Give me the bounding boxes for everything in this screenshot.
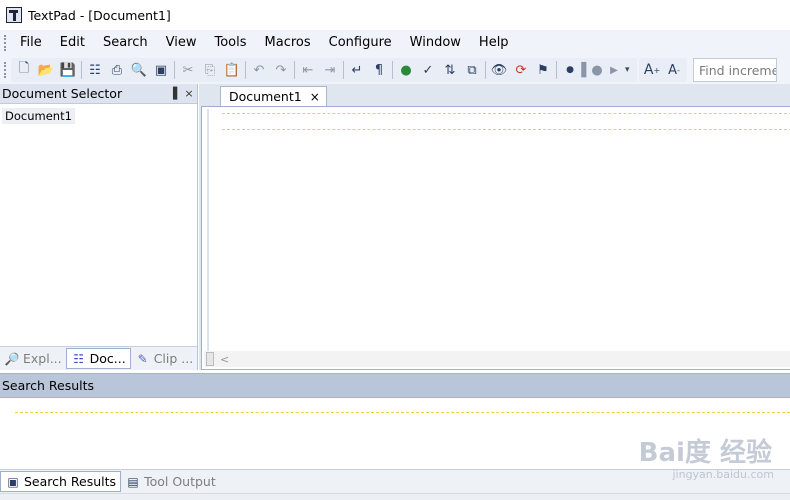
toolbar-separator — [343, 61, 344, 79]
tab-search-results[interactable]: ▣ Search Results — [0, 471, 122, 492]
web-browser-icon[interactable]: ● — [395, 59, 417, 81]
textpad-app-icon[interactable] — [6, 7, 22, 23]
tab-document-selector-label: Doc... — [89, 351, 126, 366]
scroll-left-arrow-icon[interactable]: < — [220, 353, 229, 366]
left-panel-tabs: 🔎 Expl... ☷ Doc... ✎ Clip ... — [0, 346, 197, 370]
explorer-icon: 🔎 — [4, 351, 20, 366]
visible-spaces-icon[interactable]: ¶ — [368, 59, 390, 81]
search-results-icon: ▣ — [7, 474, 19, 489]
find-in-files-replace-icon[interactable]: ⚑ — [532, 59, 554, 81]
undo-icon[interactable]: ↶ — [248, 59, 270, 81]
toolbar-separator — [392, 61, 393, 79]
baidu-watermark: Bai度 经验 — [638, 438, 772, 468]
page-setup-icon[interactable]: ▣ — [150, 59, 172, 81]
toolbar-separator — [174, 61, 175, 79]
record-macro-icon[interactable]: ● — [559, 59, 581, 81]
menu-macros[interactable]: Macros — [256, 30, 320, 56]
search-results-title: Search Results — [2, 378, 95, 393]
tab-document1[interactable]: Document1 × — [220, 86, 327, 106]
play-macro-icon[interactable]: ▶ — [603, 59, 625, 81]
close-document-icon[interactable]: × — [310, 90, 320, 104]
toolbar-overflow-chevron-icon[interactable]: ▾ — [625, 65, 635, 75]
document-list-item[interactable]: Document1 — [2, 108, 75, 124]
tab-tool-output-label: Tool Output — [144, 474, 216, 489]
tab-explorer-label: Expl... — [23, 351, 62, 366]
pin-icon[interactable]: ▐ — [165, 87, 181, 100]
main-toolbar: 🗋 📂 💾 ☷ ⎙ 🔍 ▣ ✂ ⎘ 📋 ↶ ↷ ⇤ ⇥ ↵ ¶ ● ✓ ⇅ ⧉ … — [0, 56, 790, 84]
menu-file[interactable]: File — [11, 30, 51, 56]
menu-tools[interactable]: Tools — [205, 30, 255, 56]
print-preview-icon[interactable]: 🔍 — [128, 59, 150, 81]
scrollbar-handle[interactable] — [206, 352, 214, 366]
new-file-icon[interactable]: 🗋 — [13, 59, 35, 81]
search-results-header: Search Results — [0, 374, 790, 398]
font-larger-button[interactable]: A + — [641, 59, 663, 81]
toolbar-separator — [485, 61, 486, 79]
replace-icon[interactable]: ⟳ — [510, 59, 532, 81]
toolbar-separator — [294, 61, 295, 79]
increase-indent-icon[interactable]: ⇥ — [319, 59, 341, 81]
toolbar-separator — [556, 61, 557, 79]
font-larger-label: A — [643, 62, 654, 78]
toolbar-standard-group: 🗋 📂 💾 ☷ ⎙ 🔍 ▣ ✂ ⎘ 📋 ↶ ↷ ⇤ ⇥ ↵ ¶ ● ✓ ⇅ ⧉ … — [11, 58, 637, 82]
find-in-files-icon[interactable]: 👁 — [488, 59, 510, 81]
text-editor[interactable]: < — [201, 106, 790, 370]
search-results-line-highlight — [15, 399, 790, 413]
find-incrementally-input[interactable]: Find increment — [693, 58, 777, 82]
save-icon[interactable]: 💾 — [57, 59, 79, 81]
copy-icon[interactable]: ⎘ — [199, 59, 221, 81]
menu-search[interactable]: Search — [94, 30, 157, 56]
toolbar-font-group: A + A- — [639, 58, 687, 82]
decrease-indent-icon[interactable]: ⇤ — [297, 59, 319, 81]
menu-window[interactable]: Window — [401, 30, 470, 56]
menu-edit[interactable]: Edit — [51, 30, 94, 56]
clip-library-icon: ✎ — [137, 351, 148, 366]
document-selector-header: Document Selector ▐ × — [0, 84, 197, 104]
baidu-watermark-url: jingyan.baidu.com — [672, 468, 774, 481]
font-smaller-button[interactable]: A- — [663, 59, 685, 81]
menu-help[interactable]: Help — [470, 30, 518, 56]
tab-explorer[interactable]: 🔎 Expl... — [0, 348, 66, 369]
close-panel-icon[interactable]: × — [181, 87, 197, 100]
spelling-check-icon[interactable]: ✓ — [417, 59, 439, 81]
status-bar — [0, 493, 790, 500]
cut-icon[interactable]: ✂ — [177, 59, 199, 81]
tab-tool-output[interactable]: ▤ Tool Output — [121, 471, 220, 492]
toolbar-separator — [245, 61, 246, 79]
print-icon[interactable]: ⎙ — [106, 59, 128, 81]
tab-search-results-label: Search Results — [24, 474, 117, 489]
title-bar: TextPad - [Document1] — [0, 0, 790, 30]
editor-area: Document1 × < — [199, 84, 790, 370]
horizontal-scrollbar[interactable]: < — [204, 351, 790, 367]
toolbar-grip-handle[interactable] — [4, 62, 7, 78]
sort-icon[interactable]: ⇅ — [439, 59, 461, 81]
compare-files-icon[interactable]: ⧉ — [461, 59, 483, 81]
toolbar-separator — [81, 61, 82, 79]
document-selector-title: Document Selector — [2, 86, 123, 101]
paste-icon[interactable]: 📋 — [221, 59, 243, 81]
save-all-icon[interactable]: ☷ — [84, 59, 106, 81]
tab-document1-label: Document1 — [229, 89, 302, 104]
open-folder-icon[interactable]: 📂 — [35, 59, 57, 81]
menu-view[interactable]: View — [157, 30, 206, 56]
menu-bar: File Edit Search View Tools Macros Confi… — [0, 30, 790, 56]
document-selector-panel: Document Selector ▐ × Document1 🔎 Expl..… — [0, 84, 198, 370]
pause-macro-icon[interactable]: ▌● — [581, 59, 603, 81]
window-title: TextPad - [Document1] — [28, 7, 171, 23]
font-smaller-label: A — [668, 62, 677, 78]
menubar-grip-handle[interactable] — [4, 35, 7, 51]
editor-gutter — [207, 109, 209, 365]
redo-icon[interactable]: ↷ — [270, 59, 292, 81]
documents-icon: ☷ — [73, 351, 84, 366]
menu-configure[interactable]: Configure — [320, 30, 401, 56]
tool-output-icon: ▤ — [127, 474, 139, 489]
word-wrap-icon[interactable]: ↵ — [346, 59, 368, 81]
tab-document-selector[interactable]: ☷ Doc... — [65, 348, 131, 369]
current-line-highlight — [222, 113, 790, 130]
tab-clip-library-label: Clip ... — [153, 351, 194, 366]
tab-clip-library[interactable]: ✎ Clip ... — [131, 348, 198, 369]
